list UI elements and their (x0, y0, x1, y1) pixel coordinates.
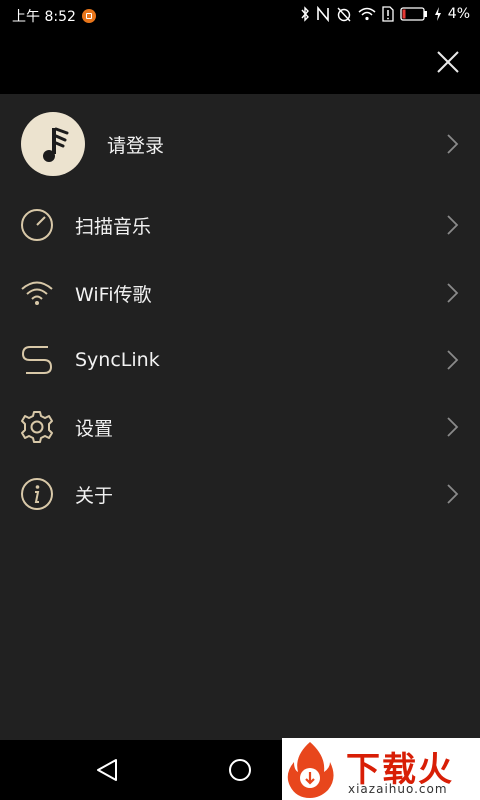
menu-item-wifi[interactable]: WiFi传歌 (0, 260, 480, 326)
charging-icon (434, 7, 441, 21)
wifi-icon (21, 281, 53, 305)
menu-item-label: 设置 (75, 417, 114, 440)
notification-icon (81, 9, 96, 23)
login-row[interactable]: 请登录 (0, 94, 480, 194)
menu-item-settings[interactable]: 设置 (0, 394, 480, 460)
menu-item-synclink[interactable]: SyncLink (0, 327, 480, 393)
close-icon[interactable] (436, 50, 460, 74)
battery-percent: 4% (447, 6, 470, 22)
scan-dial-icon (21, 209, 53, 241)
alarm-off-icon (337, 7, 351, 22)
info-icon (21, 478, 53, 510)
gear-icon (21, 411, 53, 443)
menu-item-label: 关于 (75, 484, 114, 507)
login-label: 请登录 (107, 134, 165, 157)
top-bar (0, 30, 480, 94)
status-right: 4% (300, 6, 470, 22)
wifi-icon (358, 7, 376, 21)
menu-item-label: 扫描音乐 (75, 215, 152, 238)
chevron-right-icon (447, 283, 459, 303)
chevron-right-icon (447, 484, 459, 504)
side-menu: 请登录 扫描音乐 WiFi传歌 SyncLink 设置 关于 (0, 94, 480, 740)
menu-item-about[interactable]: 关于 (0, 461, 480, 527)
sim-alert-icon (382, 6, 394, 22)
menu-item-scan[interactable]: 扫描音乐 (0, 192, 480, 258)
chevron-right-icon (447, 134, 459, 154)
flame-logo-icon (287, 742, 334, 798)
watermark-subtitle: xiazaihuo.com (348, 782, 448, 796)
status-bar: 上午 8:52 4% (0, 0, 480, 30)
watermark: 下载火 xiazaihuo.com (282, 738, 480, 800)
music-note-icon (43, 127, 69, 162)
home-icon[interactable] (228, 758, 252, 782)
chevron-right-icon (447, 417, 459, 437)
chevron-right-icon (447, 350, 459, 370)
back-icon[interactable] (94, 758, 120, 782)
status-time: 上午 8:52 (12, 9, 76, 25)
menu-item-label: SyncLink (75, 349, 160, 371)
bluetooth-icon (301, 6, 309, 22)
nfc-icon (316, 6, 329, 22)
chevron-right-icon (447, 215, 459, 235)
synclink-icon (21, 346, 53, 374)
battery-icon (400, 7, 427, 21)
menu-item-label: WiFi传歌 (75, 283, 152, 306)
status-left: 上午 8:52 (12, 6, 96, 26)
avatar[interactable] (21, 112, 85, 176)
